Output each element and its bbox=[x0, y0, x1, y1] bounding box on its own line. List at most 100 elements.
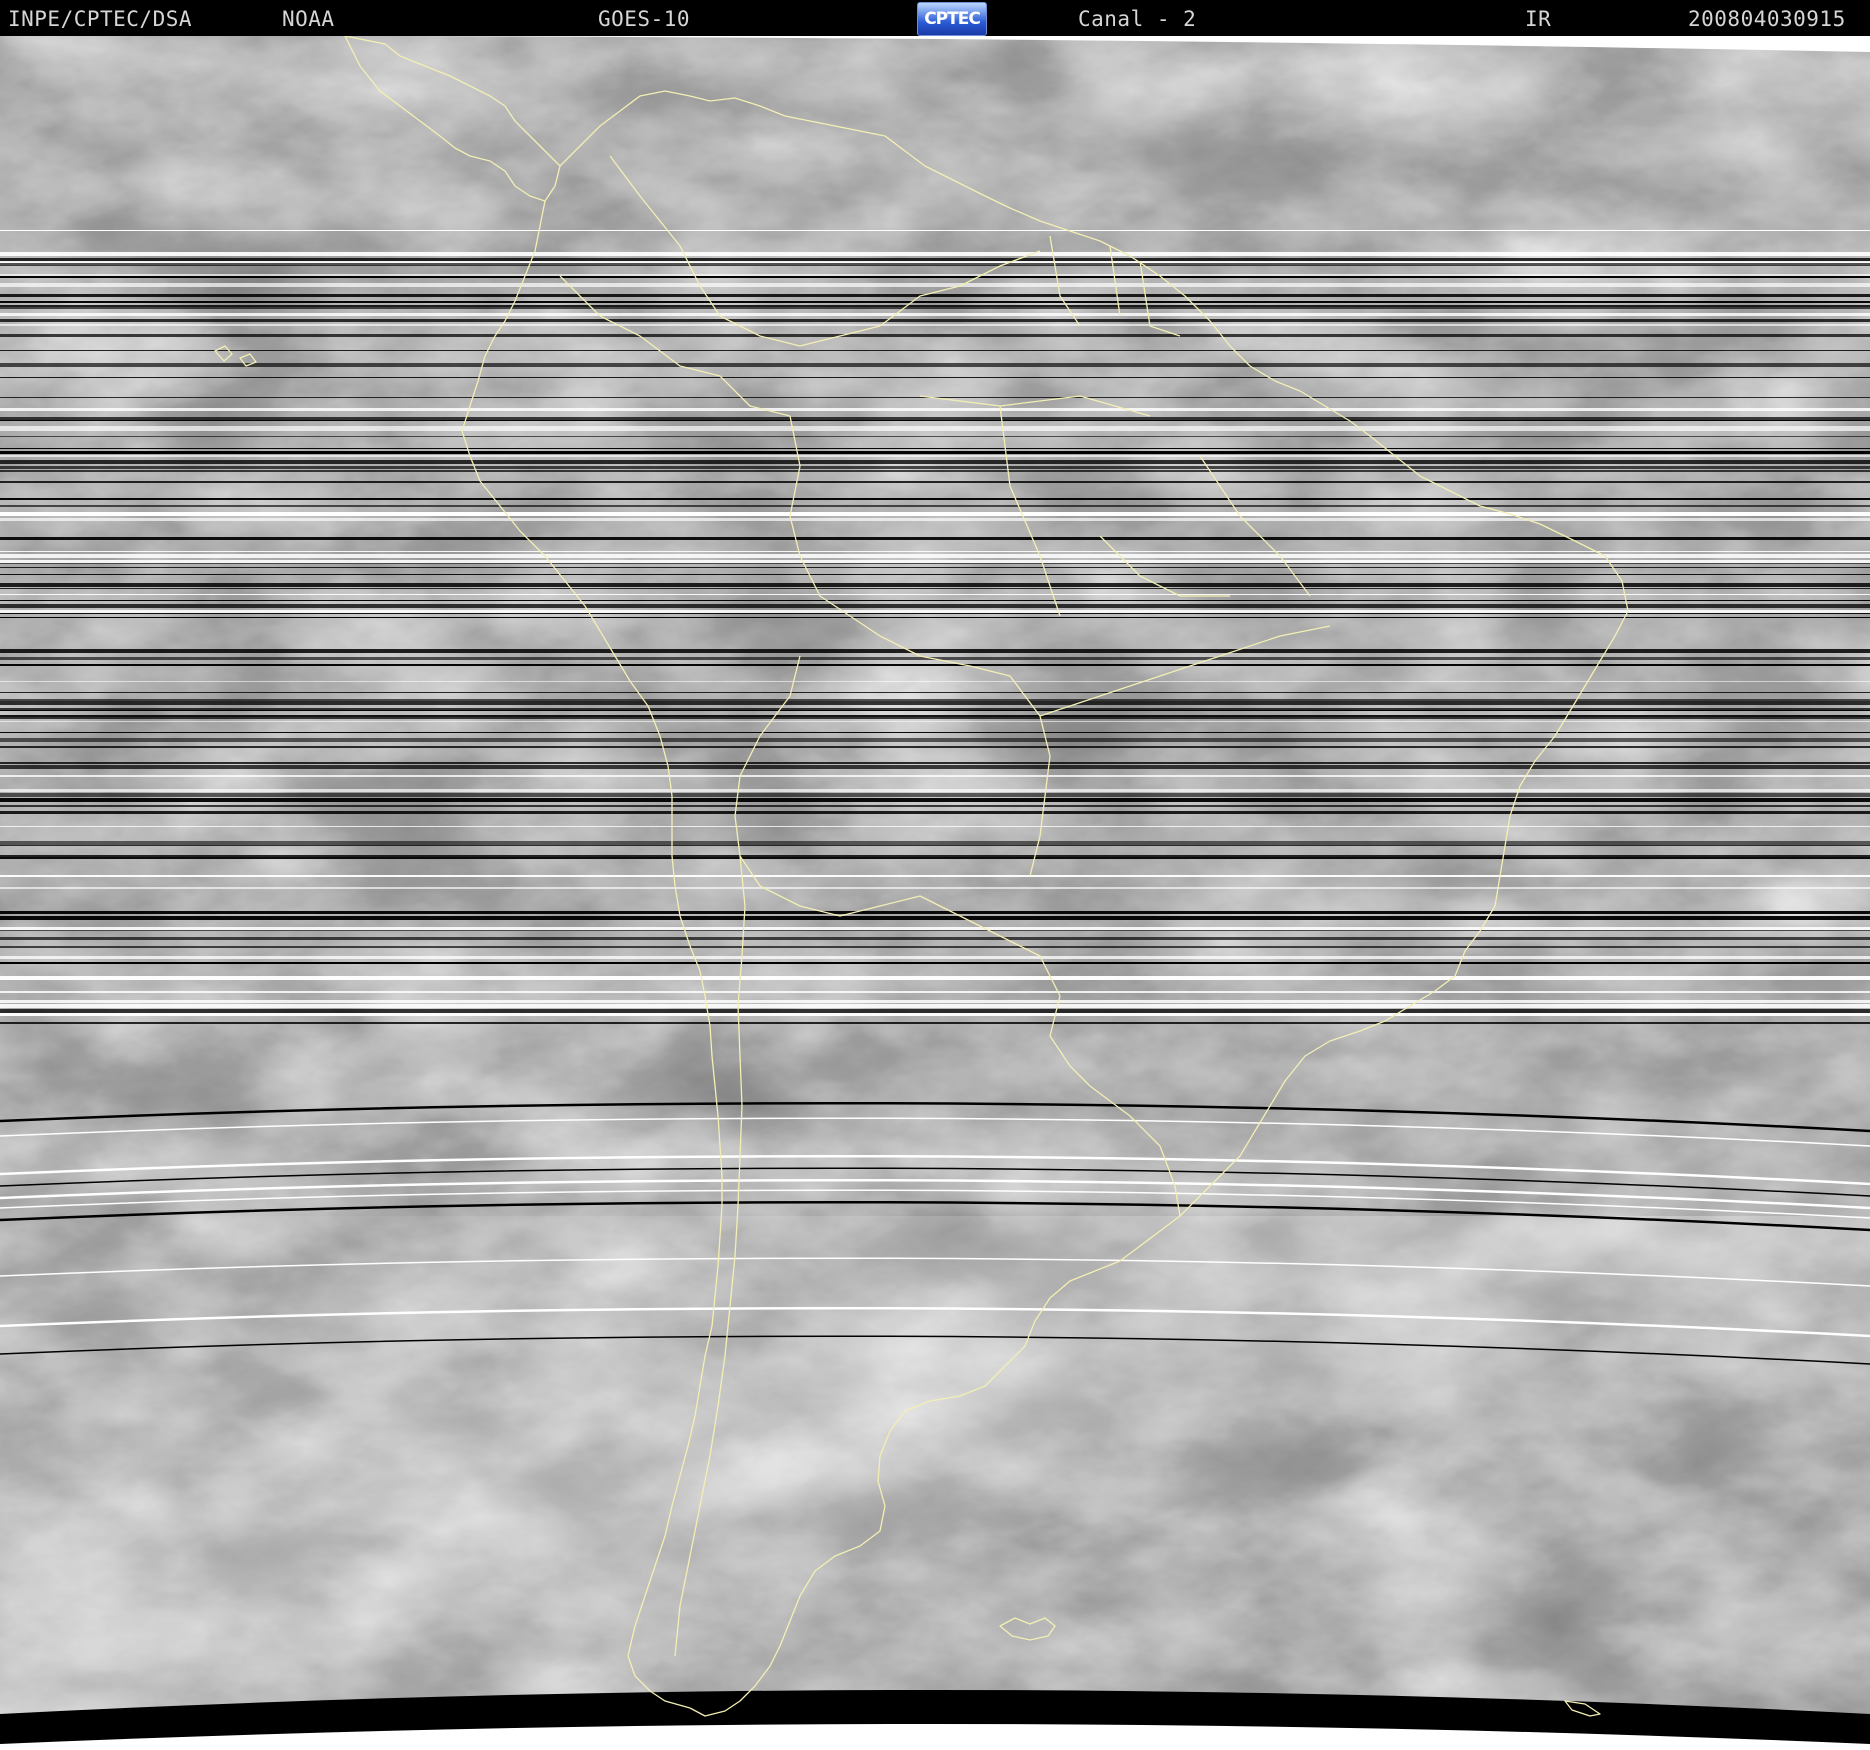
scanline-dropout bbox=[0, 305, 1870, 307]
scanline-dropout bbox=[0, 604, 1870, 608]
scanline-dropout bbox=[0, 563, 1870, 564]
scanline-dropout bbox=[0, 426, 1870, 430]
source-label: NOAA bbox=[282, 7, 335, 31]
scanline-dropout bbox=[0, 505, 1870, 507]
sensor-grain bbox=[0, 36, 1870, 1750]
timestamp-label: 200804030915 bbox=[1688, 7, 1846, 31]
scanline-dropout bbox=[0, 1004, 1870, 1008]
satellite-label: GOES-10 bbox=[598, 7, 691, 31]
scanline-dropout bbox=[0, 962, 1870, 964]
scanline-dropout bbox=[0, 857, 1870, 859]
scanline-dropout bbox=[0, 911, 1870, 914]
scanline-dropout bbox=[0, 600, 1870, 601]
scanline-dropout bbox=[0, 765, 1870, 769]
band-label: IR bbox=[1525, 7, 1552, 31]
scanline-dropout bbox=[0, 470, 1870, 472]
scanline-dropout bbox=[0, 946, 1870, 948]
scanline-dropout bbox=[0, 588, 1870, 589]
scanline-dropout bbox=[0, 274, 1870, 276]
scanline-dropout bbox=[0, 930, 1870, 931]
scanline-dropout bbox=[0, 826, 1870, 827]
scanline-dropout bbox=[0, 887, 1870, 889]
scanline-dropout bbox=[0, 594, 1870, 595]
scanline-dropout bbox=[0, 1000, 1870, 1003]
scanline-dropout bbox=[0, 717, 1870, 719]
scanline-dropout bbox=[0, 430, 1870, 431]
scanline-dropout bbox=[0, 363, 1870, 367]
scanline-dropout bbox=[0, 307, 1870, 309]
scanline-dropout bbox=[0, 916, 1870, 920]
scanline-dropout bbox=[0, 448, 1870, 449]
scanline-dropout bbox=[0, 294, 1870, 297]
scanline-dropout bbox=[0, 276, 1870, 278]
scanline-dropout bbox=[0, 841, 1870, 845]
scanline-dropout bbox=[0, 701, 1870, 705]
scanline-dropout bbox=[0, 408, 1870, 411]
scanline-dropout bbox=[0, 845, 1870, 846]
scanline-dropout bbox=[0, 721, 1870, 722]
scanline-dropout bbox=[0, 956, 1870, 959]
scanline-dropout bbox=[0, 793, 1870, 797]
scanline-dropout bbox=[0, 350, 1870, 351]
scanline-dropout bbox=[0, 762, 1870, 764]
scanline-dropout bbox=[0, 334, 1870, 337]
scanline-dropout bbox=[0, 466, 1870, 469]
scanline-dropout bbox=[0, 649, 1870, 653]
scanline-dropout bbox=[0, 789, 1870, 792]
scanline-dropout bbox=[0, 991, 1870, 993]
satellite-imagery-canvas bbox=[0, 36, 1870, 1750]
scanline-dropout bbox=[0, 512, 1870, 516]
scanline-dropout bbox=[0, 454, 1870, 457]
scanline-dropout bbox=[0, 551, 1870, 552]
scanline-dropout bbox=[0, 732, 1870, 733]
scanline-dropout bbox=[0, 798, 1870, 802]
scanline-dropout bbox=[0, 664, 1870, 666]
agency-label: INPE/CPTEC/DSA bbox=[8, 7, 193, 31]
scanline-dropout bbox=[0, 420, 1870, 421]
channel-label: Canal - 2 bbox=[1078, 7, 1197, 31]
scanline-dropout bbox=[0, 377, 1870, 378]
scanline-dropout bbox=[0, 324, 1870, 326]
image-header-bar: INPE/CPTEC/DSA NOAA GOES-10 CPTEC Canal … bbox=[0, 0, 1870, 36]
scanline-dropout bbox=[0, 498, 1870, 500]
scanline-dropout bbox=[0, 301, 1870, 303]
satellite-image-frame: INPE/CPTEC/DSA NOAA GOES-10 CPTEC Canal … bbox=[0, 0, 1870, 1750]
scanline-dropout bbox=[0, 775, 1870, 777]
scanline-dropout bbox=[0, 805, 1870, 807]
scanline-dropout bbox=[0, 252, 1870, 256]
scanline-dropout bbox=[0, 875, 1870, 877]
scanline-dropout bbox=[0, 567, 1870, 568]
scanline-dropout bbox=[0, 230, 1870, 231]
scanline-dropout bbox=[0, 417, 1870, 420]
scanline-dropout bbox=[0, 1009, 1870, 1013]
scanline-dropout bbox=[0, 554, 1870, 558]
scanline-dropout bbox=[0, 715, 1870, 717]
scanline-dropout bbox=[0, 537, 1870, 540]
cptec-logo: CPTEC bbox=[917, 2, 987, 36]
scanline-dropout bbox=[0, 710, 1870, 711]
scanline-dropout bbox=[0, 738, 1870, 742]
scanline-dropout bbox=[0, 610, 1870, 613]
satellite-imagery bbox=[0, 36, 1870, 1750]
scanline-dropout bbox=[0, 313, 1870, 316]
scanline-dropout bbox=[0, 574, 1870, 575]
scanline-dropout bbox=[0, 692, 1870, 693]
scanline-dropout bbox=[0, 283, 1870, 287]
scanline-dropout bbox=[0, 746, 1870, 748]
scanline-dropout bbox=[0, 460, 1870, 464]
scanline-dropout bbox=[0, 699, 1870, 701]
scanline-dropout bbox=[0, 1013, 1870, 1016]
scanline-dropout bbox=[0, 263, 1870, 266]
scanline-dropout bbox=[0, 613, 1870, 614]
scanline-dropout bbox=[0, 481, 1870, 483]
scanline-dropout bbox=[0, 617, 1870, 618]
scanline-dropout bbox=[0, 319, 1870, 322]
scanline-dropout bbox=[0, 976, 1870, 980]
scanline-dropout bbox=[0, 937, 1870, 940]
scanline-dropout bbox=[0, 518, 1870, 521]
scanline-dropout bbox=[0, 583, 1870, 587]
scanline-dropout bbox=[0, 436, 1870, 437]
scanline-dropout bbox=[0, 1022, 1870, 1024]
scanline-dropout bbox=[0, 811, 1870, 814]
scanline-dropout bbox=[0, 681, 1870, 682]
